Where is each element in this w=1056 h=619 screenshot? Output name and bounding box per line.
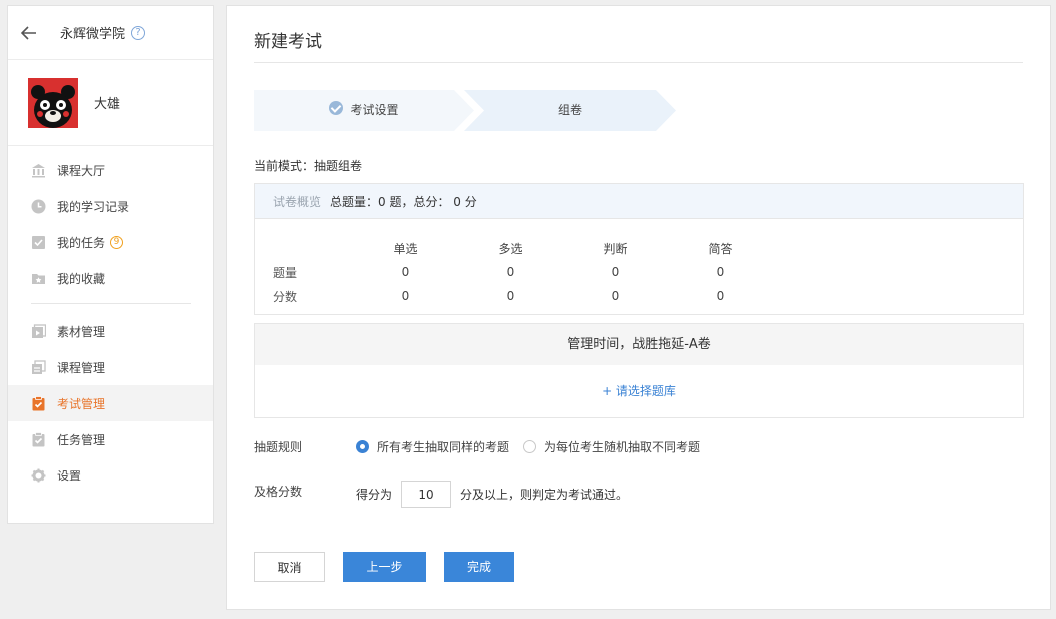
table-cell: 0 <box>506 289 515 303</box>
sidebar-item-task-management[interactable]: 任务管理 <box>8 421 213 457</box>
finish-button[interactable]: 完成 <box>444 552 514 582</box>
nav-divider <box>31 303 191 304</box>
draw-rule-label: 抽题规则 <box>254 440 303 454</box>
sidebar-item-learning-record[interactable]: 我的学习记录 <box>8 188 213 224</box>
radio-label: 所有考生抽取同样的考题 <box>377 440 510 454</box>
sidebar-item-course-management[interactable]: 课程管理 <box>8 349 213 385</box>
sidebar-item-label: 素材管理 <box>57 324 106 339</box>
sidebar: 永辉微学院 ? 大雄 课程大厅 我的学习记录 我的任务 9 我的收藏 素材管理 … <box>7 5 214 524</box>
sidebar-item-course-hall[interactable]: 课程大厅 <box>8 152 213 188</box>
step-indicator: 考试设置 组卷 <box>254 90 684 131</box>
sidebar-item-label: 我的学习记录 <box>57 199 130 214</box>
table-cell: 0 <box>611 289 620 303</box>
avatar[interactable] <box>28 77 78 128</box>
page-title: 新建考试 <box>254 32 322 52</box>
sidebar-item-exam-management[interactable]: 考试管理 <box>8 385 213 421</box>
radio-selected-icon[interactable] <box>356 440 369 453</box>
step-label: 考试设置 <box>350 103 399 117</box>
gear-icon <box>31 468 46 483</box>
question-bank-section: 管理时间，战胜拖延-A卷 + 请选择题库 <box>254 323 1024 418</box>
sidebar-nav: 课程大厅 我的学习记录 我的任务 9 我的收藏 素材管理 课程管理 考试管理 任… <box>8 146 213 493</box>
step-compose-paper[interactable]: 组卷 <box>464 90 676 131</box>
current-mode: 当前模式：抽题组卷 <box>254 159 363 173</box>
sidebar-item-label: 设置 <box>57 468 82 483</box>
folder-icon <box>31 271 46 286</box>
table-cell: 0 <box>401 289 410 303</box>
column-header: 单选 <box>393 241 418 256</box>
pass-score-label: 及格分数 <box>254 484 303 499</box>
paper-overview: 试卷概览 总题量：0 题，总分： 0 分 单选 多选 判断 简答 题量 0 0 … <box>254 183 1024 315</box>
paper-name: 管理时间，战胜拖延-A卷 <box>255 324 1023 365</box>
check-box-icon <box>31 235 46 250</box>
rule-option-same[interactable]: 所有考生抽取同样的考题 <box>356 438 509 455</box>
pass-score-input[interactable] <box>401 481 452 508</box>
table-cell: 0 <box>611 265 620 279</box>
overview-label: 试卷概览 <box>273 194 322 209</box>
sidebar-item-label: 我的任务 <box>57 235 106 250</box>
column-header: 多选 <box>498 241 523 256</box>
table-cell: 0 <box>716 265 725 279</box>
help-icon[interactable]: ? <box>131 25 146 40</box>
radio-label: 为每位考生随机抽取不同考题 <box>544 440 701 454</box>
bank-icon <box>31 163 46 178</box>
sidebar-item-settings[interactable]: 设置 <box>8 457 213 493</box>
overview-header: 试卷概览 总题量：0 题，总分： 0 分 <box>255 184 1023 219</box>
column-header: 简答 <box>708 241 733 256</box>
table-row: 分数 0 0 0 0 <box>273 284 773 308</box>
sidebar-item-label: 我的收藏 <box>57 271 106 286</box>
sidebar-item-material-management[interactable]: 素材管理 <box>8 313 213 349</box>
cancel-button[interactable]: 取消 <box>254 552 325 582</box>
overview-summary: 总题量：0 题，总分： 0 分 <box>330 194 477 209</box>
table-cell: 0 <box>506 265 515 279</box>
table-cell: 0 <box>401 265 410 279</box>
previous-step-button[interactable]: 上一步 <box>343 552 426 582</box>
column-header: 判断 <box>603 241 628 256</box>
draw-rule-row: 抽题规则 所有考生抽取同样的考题 为每位考生随机抽取不同考题 <box>254 438 714 455</box>
pass-score-prefix: 得分为 <box>356 488 393 502</box>
select-question-bank-link[interactable]: + 请选择题库 <box>255 365 1023 417</box>
table-row: 题量 0 0 0 0 <box>273 260 773 284</box>
media-icon <box>31 323 46 339</box>
table-cell: 0 <box>716 289 725 303</box>
sidebar-item-label: 考试管理 <box>57 396 106 411</box>
sidebar-item-label: 课程管理 <box>57 360 106 375</box>
task-count-badge: 9 <box>110 235 124 249</box>
back-arrow-icon[interactable] <box>21 24 39 42</box>
title-divider <box>254 62 1023 63</box>
row-label: 分数 <box>273 289 298 304</box>
sidebar-item-my-tasks[interactable]: 我的任务 9 <box>8 224 213 260</box>
sidebar-item-favorites[interactable]: 我的收藏 <box>8 260 213 296</box>
step-label: 组卷 <box>557 103 582 117</box>
table-header-row: 单选 多选 判断 简答 <box>273 236 773 260</box>
pass-score-suffix: 分及以上，则判定为考试通过。 <box>460 488 629 502</box>
site-name: 永辉微学院 <box>60 27 126 42</box>
row-label: 题量 <box>273 265 298 280</box>
task-icon <box>31 431 46 447</box>
sidebar-header: 永辉微学院 ? <box>8 6 213 60</box>
user-name: 大雄 <box>94 97 121 112</box>
sidebar-item-label: 任务管理 <box>57 432 106 447</box>
layers-icon <box>31 359 46 375</box>
rule-option-random[interactable]: 为每位考生随机抽取不同考题 <box>523 438 700 455</box>
step-exam-settings[interactable]: 考试设置 <box>254 90 474 131</box>
pass-score-row: 及格分数 得分为 分及以上，则判定为考试通过。 <box>254 481 628 508</box>
clock-icon <box>31 199 46 214</box>
clipboard-icon <box>31 395 46 411</box>
user-block: 大雄 <box>8 60 213 146</box>
sidebar-item-label: 课程大厅 <box>57 163 106 178</box>
check-circle-icon <box>329 101 344 115</box>
radio-unselected-icon[interactable] <box>523 440 537 453</box>
overview-table: 单选 多选 判断 简答 题量 0 0 0 0 分数 0 0 0 0 <box>273 236 773 308</box>
main-panel: 新建考试 考试设置 组卷 当前模式：抽题组卷 试卷概览 总题量：0 题，总分： … <box>226 5 1051 610</box>
